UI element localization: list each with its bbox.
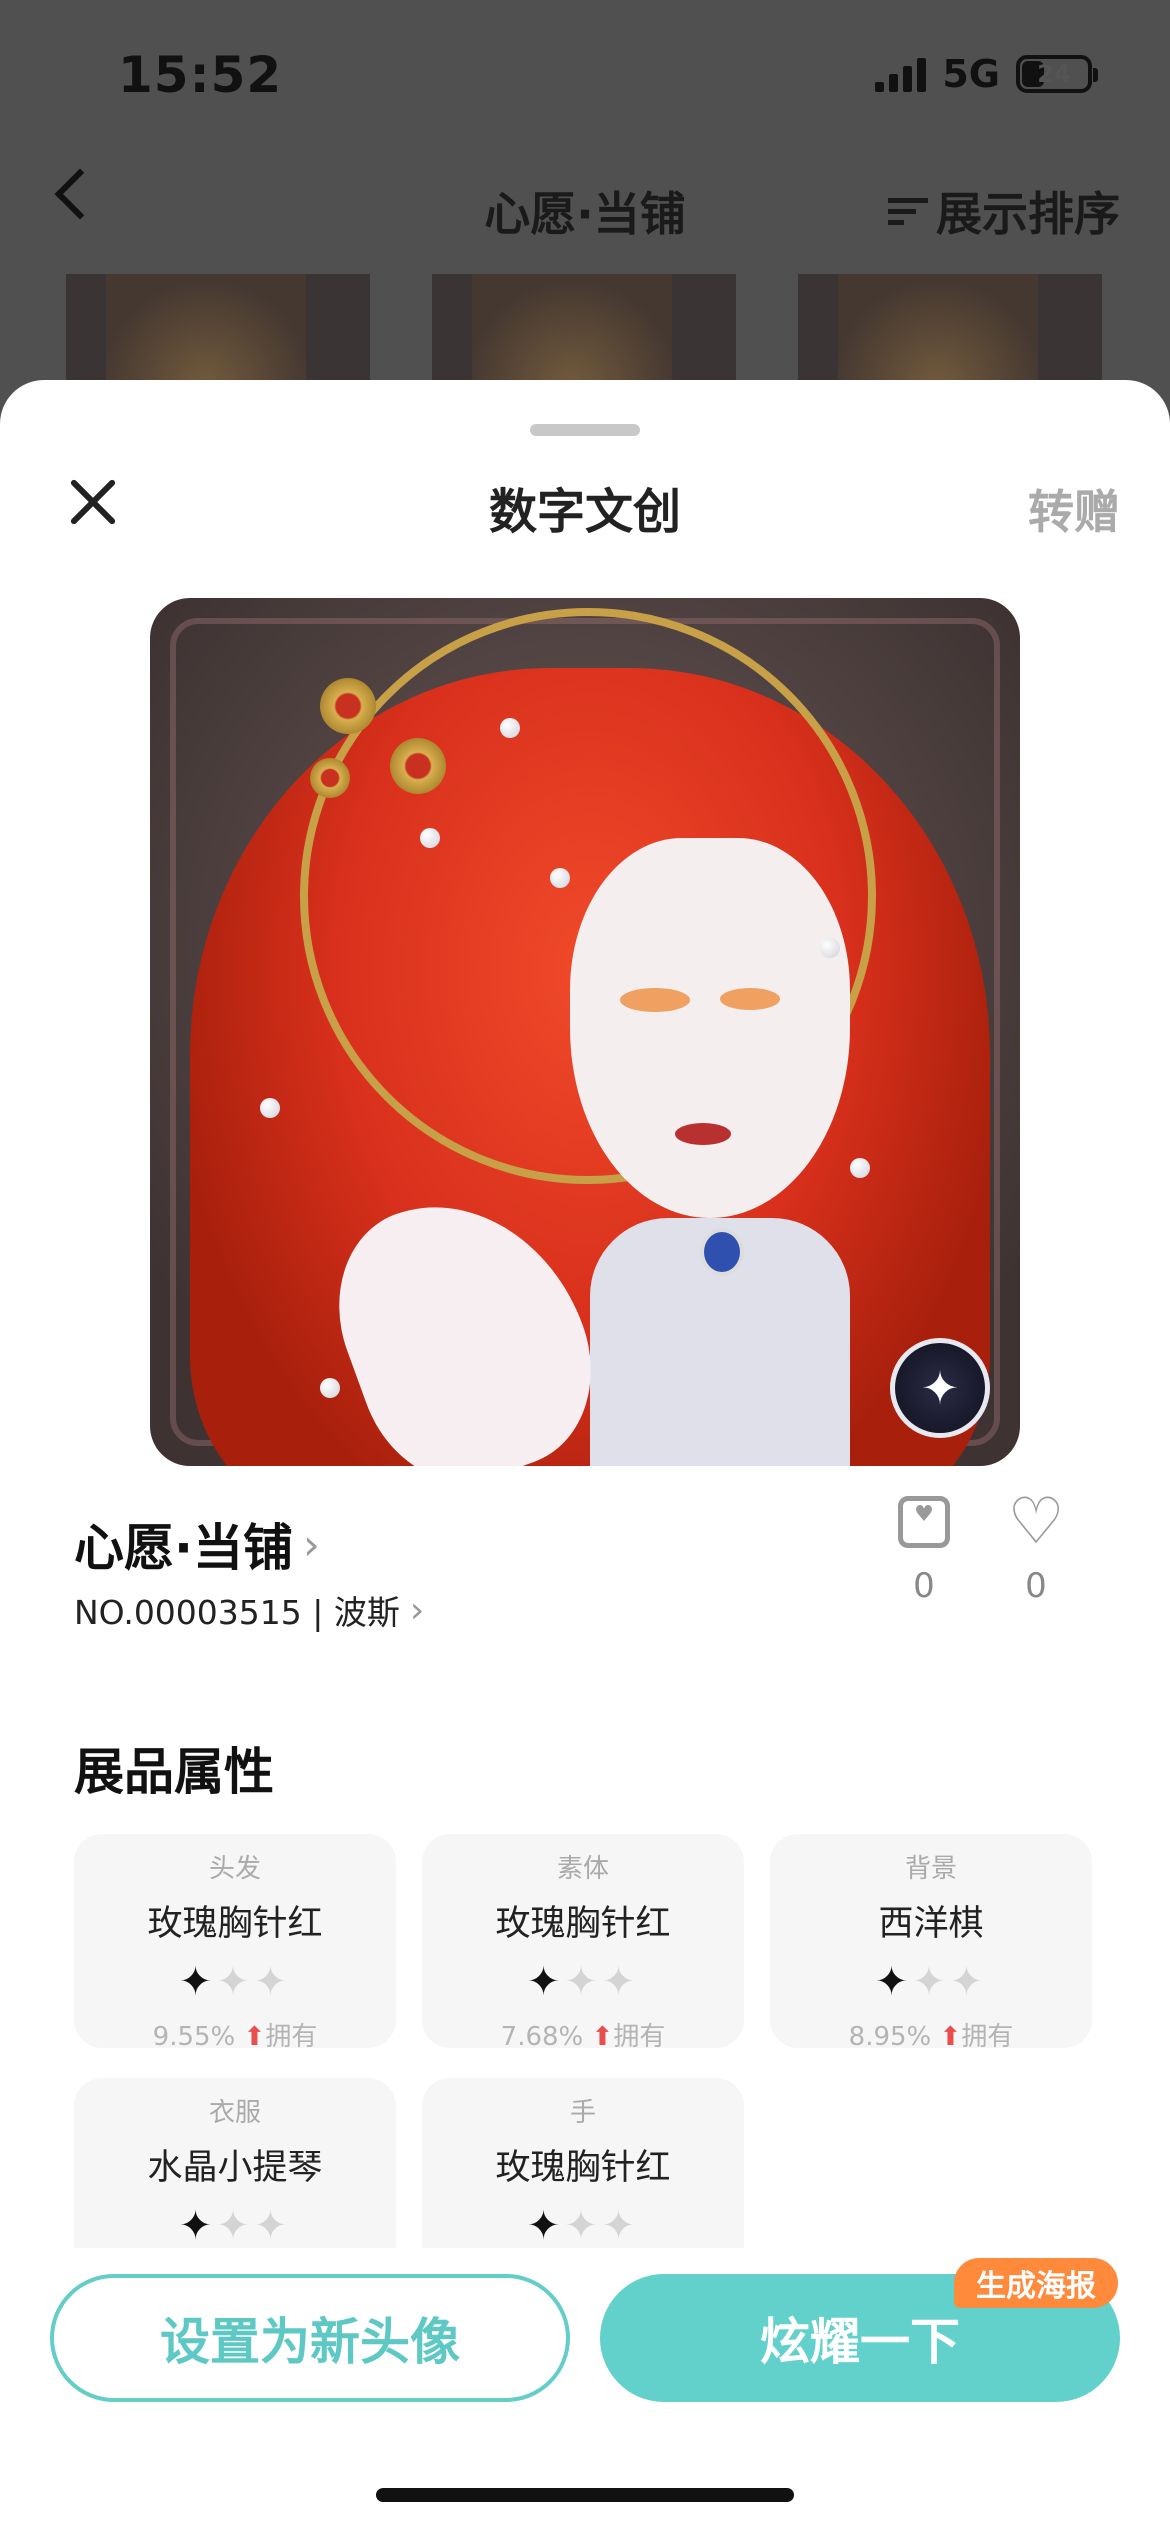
artwork-image[interactable]: ✦ xyxy=(150,598,1020,1466)
like-stat[interactable]: ♡ 0 xyxy=(986,1485,1086,1606)
up-arrow-icon: ⬆ xyxy=(243,2022,266,2052)
attribute-category: 头发 xyxy=(208,1854,261,1884)
attribute-ownership: 9.55% ⬆拥有 xyxy=(152,2022,318,2052)
attribute-card[interactable]: 背景 西洋棋 ✦✦✦ 8.95% ⬆拥有 xyxy=(770,1834,1092,2052)
attribute-value: 西洋棋 xyxy=(878,1904,984,1944)
sheet-title: 数字文创 xyxy=(488,484,681,540)
attribute-category: 衣服 xyxy=(208,2098,261,2128)
attribute-ownership: 8.95% ⬆拥有 xyxy=(848,2022,1014,2052)
work-serial-link[interactable]: NO.00003515 | 波斯 › xyxy=(74,1586,424,1634)
sort-button[interactable]: 展示排序 xyxy=(888,178,1120,244)
attribute-category: 手 xyxy=(569,2098,596,2128)
battery-icon: 24 xyxy=(1016,55,1098,93)
section-title: 展品属性 xyxy=(74,1743,274,1801)
heart-frame-icon xyxy=(898,1496,950,1548)
attribute-value: 玫瑰胸针红 xyxy=(495,2148,671,2188)
attribute-category: 素体 xyxy=(556,1854,609,1884)
work-serial: NO.00003515 | 波斯 xyxy=(74,1593,400,1632)
rarity-stars: ✦✦✦ xyxy=(178,1959,292,2005)
like-count: 0 xyxy=(1025,1566,1047,1606)
detail-sheet: 数字文创 转赠 ✦ 心愿·当铺 › NO.00003515 | 波斯 › 0 xyxy=(0,380,1170,2532)
rarity-stars: ✦✦✦ xyxy=(526,2203,640,2249)
attribute-card[interactable]: 素体 玫瑰胸针红 ✦✦✦ 7.68% ⬆拥有 xyxy=(422,1834,744,2052)
background-page: 15:52 5G 24 心愿·当铺 展示排序 xyxy=(0,0,1170,420)
work-name: 心愿·当铺 xyxy=(74,1519,293,1577)
poster-tag[interactable]: 生成海报 xyxy=(954,2258,1118,2308)
sparkle-badge-icon: ✦ xyxy=(890,1338,990,1438)
attribute-value: 玫瑰胸针红 xyxy=(147,1904,323,1944)
frame-stat[interactable]: 0 xyxy=(874,1496,974,1606)
battery-level: 24 xyxy=(1037,60,1071,88)
rarity-stars: ✦✦✦ xyxy=(874,1959,988,2005)
rarity-stars: ✦✦✦ xyxy=(526,1959,640,2005)
up-arrow-icon: ⬆ xyxy=(939,2022,962,2052)
network-label: 5G xyxy=(942,52,1000,96)
chevron-right-icon: › xyxy=(303,1519,320,1569)
rarity-stars: ✦✦✦ xyxy=(178,2203,292,2249)
sort-icon xyxy=(888,194,928,228)
heart-icon: ♡ xyxy=(1007,1485,1065,1559)
status-bar-right: 5G 24 xyxy=(875,52,1098,96)
sort-label: 展示排序 xyxy=(936,187,1120,241)
attribute-category: 背景 xyxy=(904,1854,957,1884)
action-bar: 设置为新头像 炫耀一下 生成海报 xyxy=(0,2248,1170,2532)
chevron-right-icon: › xyxy=(409,1589,425,1631)
gift-button[interactable]: 转赠 xyxy=(1028,476,1120,542)
attribute-ownership: 7.68% ⬆拥有 xyxy=(500,2022,666,2052)
up-arrow-icon: ⬆ xyxy=(591,2022,614,2052)
work-name-link[interactable]: 心愿·当铺 › xyxy=(74,1508,320,1580)
frame-count: 0 xyxy=(913,1566,935,1606)
sheet-grabber[interactable] xyxy=(530,424,640,436)
home-indicator[interactable] xyxy=(376,2488,794,2502)
attribute-card[interactable]: 头发 玫瑰胸针红 ✦✦✦ 9.55% ⬆拥有 xyxy=(74,1834,396,2052)
attribute-value: 水晶小提琴 xyxy=(147,2148,323,2188)
signal-icon xyxy=(875,56,927,92)
status-time: 15:52 xyxy=(118,46,283,104)
set-avatar-button[interactable]: 设置为新头像 xyxy=(50,2274,570,2402)
attribute-value: 玫瑰胸针红 xyxy=(495,1904,671,1944)
